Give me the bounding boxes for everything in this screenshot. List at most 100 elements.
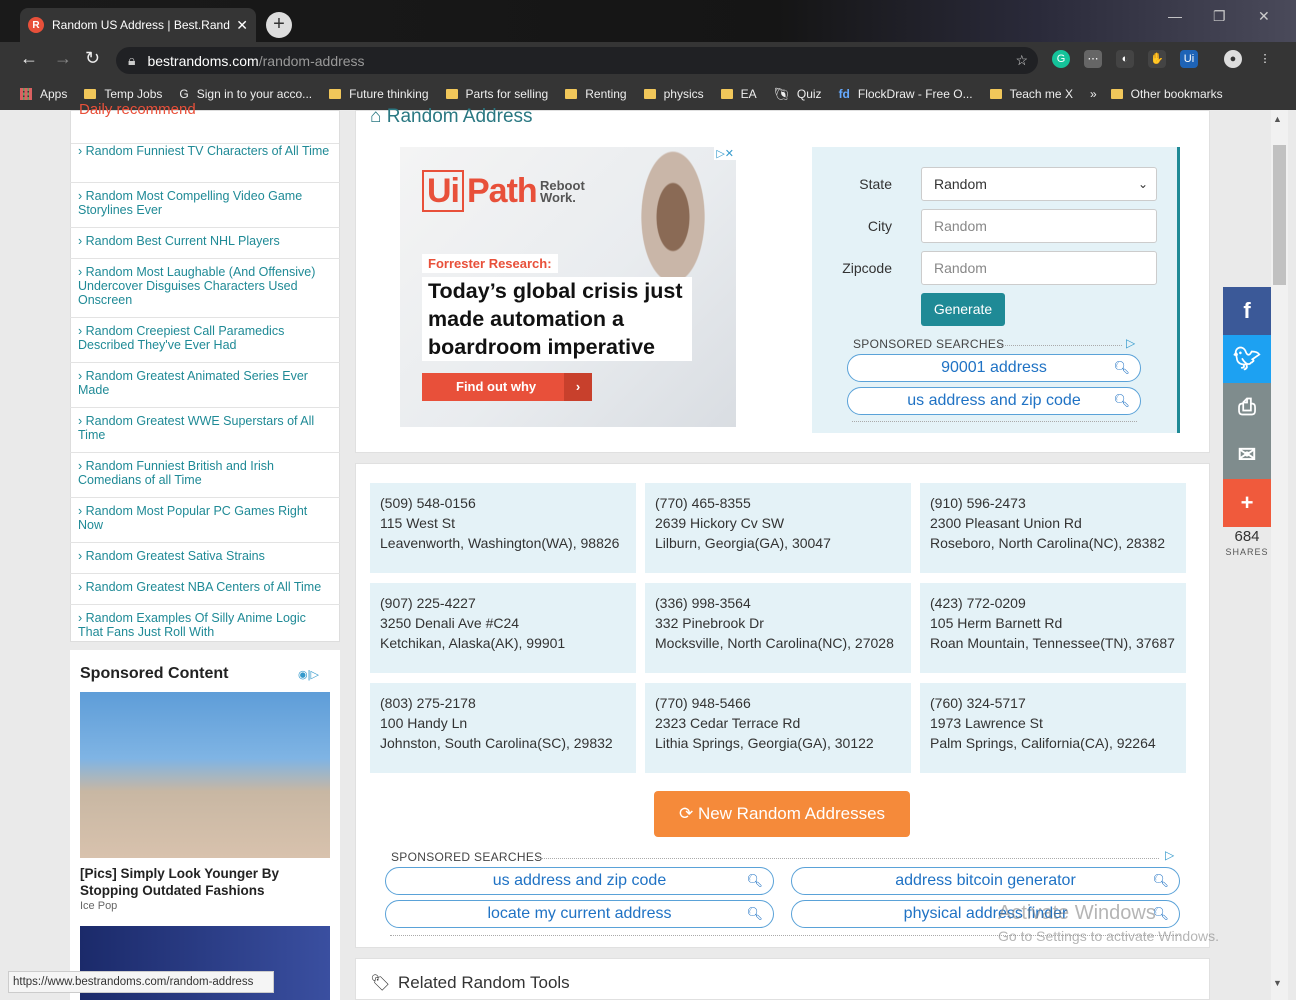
sponsored-search-pill[interactable]: us address and zip code 🔍︎	[385, 867, 774, 895]
sponsored-search-pill[interactable]: us address and zip code 🔍︎	[847, 387, 1141, 415]
adchoices-icon[interactable]: ◉|▷	[298, 668, 319, 681]
browser-tab[interactable]: R Random US Address | Best.Rand ✕	[20, 8, 256, 42]
bookmark-folder[interactable]: EA	[720, 87, 757, 101]
adchoices-icon[interactable]: ▷	[1165, 848, 1174, 862]
sponsored-caption[interactable]: [Pics] Simply Look Younger By Stopping O…	[80, 865, 330, 899]
bookmark-folder[interactable]: Future thinking	[329, 87, 429, 101]
page-title: ⌂ Random Address	[370, 106, 533, 127]
maximize-icon[interactable]: ❐	[1213, 8, 1226, 25]
share-label: SHARES	[1225, 547, 1269, 557]
email-share-button[interactable]: ✉	[1223, 431, 1271, 479]
address-street: 100 Handy Ln	[380, 715, 468, 731]
bookmark-folder[interactable]: Temp Jobs	[84, 87, 162, 101]
bookmark-star-icon[interactable]: ☆	[1015, 52, 1028, 69]
sponsored-search-pill[interactable]: locate my current address 🔍︎	[385, 900, 774, 928]
sidebar-item[interactable]: › Random Creepiest Call Paramedics Descr…	[70, 318, 340, 363]
sidebar-item[interactable]: › Random Funniest British and Irish Come…	[70, 453, 340, 498]
address-card[interactable]: (803) 275-2178 100 Handy Ln Johnston, Sout…	[370, 683, 636, 773]
address-card[interactable]: (770) 948-5466 2323 Cedar Terrace Rd Lithi…	[645, 683, 911, 773]
reload-icon[interactable]: ↻	[85, 48, 100, 69]
sidebar-item[interactable]: › Random Best Current NHL Players	[70, 228, 340, 259]
more-share-button[interactable]: +	[1223, 479, 1271, 527]
address-card[interactable]: (907) 225-4227 3250 Denali Ave #C24 Ketchi…	[370, 583, 636, 673]
sidebar-item[interactable]: › Random Greatest NBA Centers of All Tim…	[70, 574, 340, 605]
scroll-up-icon[interactable]: ▲	[1273, 114, 1282, 124]
sidebar-item[interactable]: › Random Most Laughable (And Offensive) …	[70, 259, 340, 318]
sponsored-content: Sponsored Content ◉|▷ [Pics] Simply Look…	[70, 650, 340, 1000]
state-select[interactable]: Random ⌄	[921, 167, 1157, 201]
scrollbar-thumb[interactable]	[1273, 145, 1286, 285]
back-icon[interactable]: ←	[20, 48, 38, 69]
address-card[interactable]: (760) 324-5717 1973 Lawrence St Palm Sprin…	[920, 683, 1186, 773]
bookmark-apps[interactable]: Apps	[20, 87, 67, 101]
forward-icon[interactable]: →	[54, 48, 72, 69]
menu-icon[interactable]: ⋮	[1256, 50, 1274, 68]
uipath-extension-icon[interactable]: Ui	[1180, 50, 1198, 68]
state-label: State	[859, 176, 892, 192]
ad-close-icon[interactable]: ▷✕	[714, 147, 736, 160]
bookmark-link[interactable]: 🐚︎ Quiz	[774, 87, 822, 101]
print-button[interactable]: ⎙	[1223, 383, 1271, 431]
folder-icon	[84, 89, 97, 99]
city-input[interactable]: Random	[921, 209, 1157, 243]
twitter-share-button[interactable]: 🐦︎	[1223, 335, 1271, 383]
address-card[interactable]: (770) 465-8355 2639 Hickory Cv SW Lilburn,…	[645, 483, 911, 573]
extension-icon[interactable]: ⋯	[1084, 50, 1102, 68]
bookmarks-overflow[interactable]: »	[1090, 87, 1097, 101]
new-random-addresses-button[interactable]: ⟳ New Random Addresses	[654, 791, 910, 837]
sidebar-item[interactable]: › Random Greatest WWE Superstars of All …	[70, 408, 340, 453]
tab-title: Random US Address | Best.Rand	[52, 18, 230, 32]
address-street: 3250 Denali Ave #C24	[380, 615, 520, 631]
bookmark-folder[interactable]: Teach me X	[989, 87, 1073, 101]
address-card[interactable]: (423) 772-0209 105 Herm Barnett Rd Roan Mo…	[920, 583, 1186, 673]
bookmark-folder[interactable]: Renting	[565, 87, 627, 101]
sidebar-item[interactable]: › Random Most Compelling Video Game Stor…	[70, 183, 340, 228]
generate-button[interactable]: Generate	[921, 293, 1005, 326]
adchoices-icon[interactable]: ▷	[1126, 336, 1135, 350]
sidebar-item[interactable]: › Random Greatest Animated Series Ever M…	[70, 363, 340, 408]
folder-icon	[643, 89, 656, 99]
search-icon: 🔍︎	[1152, 873, 1169, 888]
profile-avatar[interactable]: ●	[1224, 50, 1242, 68]
sponsored-image[interactable]	[80, 692, 330, 858]
bookmark-link[interactable]: G Sign in to your acco...	[179, 87, 312, 101]
address-street: 2323 Cedar Terrace Rd	[655, 715, 801, 731]
city-label: City	[867, 218, 892, 234]
address-bar[interactable]: 🔒︎ bestrandoms.com /random-address ☆	[116, 47, 1038, 74]
sidebar-item[interactable]: › Random Funniest TV Characters of All T…	[70, 138, 340, 183]
address-card[interactable]: (509) 548-0156 115 West St Leavenworth, Wa…	[370, 483, 636, 573]
chrome-extension-icon[interactable]: ◐	[1116, 50, 1134, 68]
minimize-icon[interactable]: —	[1168, 8, 1182, 24]
zipcode-input[interactable]: Random	[921, 251, 1157, 285]
display-ad[interactable]: Ui Path Reboot Work. Forrester Research: …	[400, 147, 736, 427]
other-bookmarks[interactable]: Other bookmarks	[1110, 87, 1223, 101]
bookmark-folder[interactable]: physics	[643, 87, 704, 101]
url-path: /random-address	[258, 52, 365, 69]
status-bar-url: https://www.bestrandoms.com/random-addre…	[8, 971, 274, 993]
hand-extension-icon[interactable]: ✋	[1148, 50, 1166, 68]
folder-icon	[720, 89, 733, 99]
facebook-share-button[interactable]: f	[1223, 287, 1271, 335]
sidebar-item[interactable]: › Random Most Popular PC Games Right Now	[70, 498, 340, 543]
ad-label: Forrester Research:	[422, 254, 558, 273]
address-street: 2300 Pleasant Union Rd	[930, 515, 1082, 531]
sponsored-search-pill[interactable]: address bitcoin generator 🔍︎	[791, 867, 1180, 895]
address-phone: (770) 465-8355	[655, 495, 751, 511]
sponsored-searches-label: SPONSORED SEARCHES	[853, 337, 1005, 351]
close-window-icon[interactable]: ✕	[1258, 8, 1270, 25]
sidebar-links: › Random Funniest TV Characters of All T…	[70, 138, 340, 650]
activate-windows-watermark: Activate Windows	[998, 902, 1156, 924]
sidebar-item[interactable]: › Random Greatest Sativa Strains	[70, 543, 340, 574]
scroll-down-icon[interactable]: ▼	[1273, 978, 1282, 988]
new-tab-button[interactable]: +	[266, 12, 292, 38]
bookmark-link[interactable]: fd FlockDraw - Free O...	[839, 87, 973, 101]
address-city: Ketchikan, Alaska(AK), 99901	[380, 635, 566, 651]
address-card[interactable]: (910) 596-2473 2300 Pleasant Union Rd Rose…	[920, 483, 1186, 573]
sponsored-search-pill[interactable]: 90001 address 🔍︎	[847, 354, 1141, 382]
close-tab-icon[interactable]: ✕	[236, 17, 248, 34]
grammarly-extension-icon[interactable]: G	[1052, 50, 1070, 68]
bookmark-folder[interactable]: Parts for selling	[445, 87, 548, 101]
sidebar-item[interactable]: › Random Examples Of Silly Anime Logic T…	[70, 605, 340, 650]
address-card[interactable]: (336) 998-3564 332 Pinebrook Dr Mocksville…	[645, 583, 911, 673]
ad-cta-button[interactable]: Find out why ›	[422, 373, 592, 401]
